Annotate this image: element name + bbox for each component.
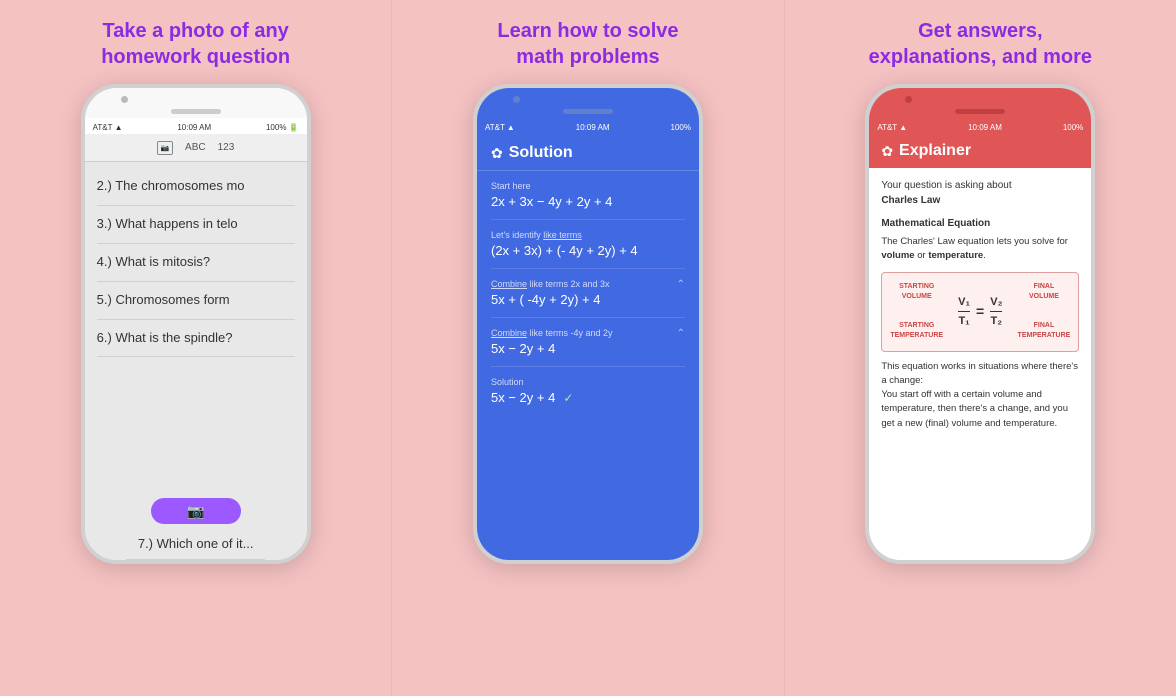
equals-sign: = (976, 301, 984, 322)
battery-info: 100% 🔋 (266, 123, 299, 132)
step-1: Start here 2x + 3x − 4y + 2y + 4 (491, 171, 685, 220)
t2-label: T₂ (991, 313, 1003, 330)
diagram-inner: STARTINGVOLUME STARTINGTEMPERATURE V₁ T₁… (890, 282, 1070, 342)
front-camera-3-icon (905, 96, 912, 103)
step1-equation: 2x + 3x − 4y + 2y + 4 (491, 194, 685, 209)
right-fraction: V₂ T₂ (990, 294, 1002, 330)
step2-label: Let's identify like terms (491, 230, 685, 240)
explainer-body: Your question is asking about Charles La… (869, 168, 1091, 560)
step4-label: Combine like terms -4y and 2y ⌃ (491, 328, 685, 338)
v2-label: V₂ (990, 294, 1002, 313)
explainer-intro-text: Your question is asking about Charles La… (881, 178, 1079, 208)
final-volume-label: FINALVOLUME (1029, 282, 1059, 303)
phone2-notch-area (477, 88, 699, 118)
panel-photo: Take a photo of any homework question AT… (0, 0, 391, 696)
speaker-2-icon (563, 109, 613, 114)
carrier2-label: AT&T ▲ (485, 123, 515, 132)
starting-temp-label: STARTINGTEMPERATURE (890, 321, 943, 342)
right-labels: FINALVOLUME FINALTEMPERATURE (1018, 282, 1071, 342)
question-item: 6.) What is the spindle? (97, 320, 295, 358)
camera-capture-button[interactable]: 📷 (151, 498, 241, 524)
topic-label: Charles Law (881, 195, 940, 206)
question-item-partial: 7.) Which one of it... (126, 530, 266, 560)
speaker-icon (171, 109, 221, 114)
panel3-title: Get answers, explanations, and more (869, 18, 1092, 70)
question-item: 2.) The chromosomes mo (97, 168, 295, 206)
front-camera-2-icon (513, 96, 520, 103)
step2-equation: (2x + 3x) + (- 4y + 2y) + 4 (491, 243, 685, 258)
phone2-status-bar: AT&T ▲ 10:09 AM 100% (477, 118, 699, 134)
phone-1: AT&T ▲ 10:09 AM 100% 🔋 📷 ABC 123 2.) The… (81, 84, 311, 564)
section-title-label: Mathematical Equation (881, 216, 1079, 231)
speaker-3-icon (955, 109, 1005, 114)
step3-label: Combine like terms 2x and 3x ⌃ (491, 279, 685, 289)
panel2-title: Learn how to solve math problems (497, 18, 678, 70)
battery2-info: 100% (671, 123, 691, 132)
t1-label: T₁ (958, 313, 969, 330)
camera-button-icon: 📷 (187, 503, 204, 520)
camera-toolbar: 📷 ABC 123 (85, 134, 307, 162)
battery3-info: 100% (1063, 123, 1083, 132)
phone3-content: ✿ Explainer Your question is asking abou… (869, 134, 1091, 560)
explanation-text: This equation works in situations where … (881, 360, 1079, 431)
abc-label: ABC (185, 142, 206, 153)
step-3: Combine like terms 2x and 3x ⌃ 5x + ( -4… (491, 269, 685, 318)
phone2-content: ✿ Solution Start here 2x + 3x − 4y + 2y … (477, 134, 699, 560)
step4-equation: 5x − 2y + 4 (491, 341, 685, 356)
camera-view: 📷 ABC 123 2.) The chromosomes mo 3.) Wha… (85, 134, 307, 560)
phone-2: AT&T ▲ 10:09 AM 100% ✿ Solution Start he… (473, 84, 703, 564)
time2-label: 10:09 AM (576, 123, 610, 132)
step-final-label: Solution (491, 377, 685, 387)
question-item: 4.) What is mitosis? (97, 244, 295, 282)
carrier-label: AT&T ▲ (93, 123, 123, 132)
left-labels: STARTINGVOLUME STARTINGTEMPERATURE (890, 282, 943, 342)
left-fraction: V₁ T₁ (958, 294, 970, 330)
checkmark-icon: ✓ (563, 391, 573, 405)
phone3-notch-area (869, 88, 1091, 118)
phone1-content: 📷 ABC 123 2.) The chromosomes mo 3.) Wha… (85, 134, 307, 560)
solution-logo-icon: ✿ (491, 145, 503, 162)
explainer-header: ✿ Explainer (869, 134, 1091, 168)
panel-solution: Learn how to solve math problems AT&T ▲ … (391, 0, 784, 696)
questions-list: 2.) The chromosomes mo 3.) What happens … (85, 162, 307, 492)
camera-toolbar-icon[interactable]: 📷 (157, 141, 173, 155)
panel1-title: Take a photo of any homework question (101, 18, 290, 70)
v1-label: V₁ (958, 294, 970, 313)
question-item: 5.) Chromosomes form (97, 282, 295, 320)
step-final: Solution 5x − 2y + 4 ✓ (491, 367, 685, 415)
step3-equation: 5x + ( -4y + 2y) + 4 (491, 292, 685, 307)
starting-volume-label: STARTINGVOLUME (899, 282, 934, 303)
charles-law-diagram: STARTINGVOLUME STARTINGTEMPERATURE V₁ T₁… (881, 272, 1079, 352)
front-camera-icon (121, 96, 128, 103)
solution-title-label: Solution (509, 144, 573, 162)
question-item: 3.) What happens in telo (97, 206, 295, 244)
step-2: Let's identify like terms (2x + 3x) + (-… (491, 220, 685, 269)
solution-view: ✿ Solution Start here 2x + 3x − 4y + 2y … (477, 134, 699, 560)
step1-label: Start here (491, 181, 685, 191)
explainer-view: ✿ Explainer Your question is asking abou… (869, 134, 1091, 560)
step-4: Combine like terms -4y and 2y ⌃ 5x − 2y … (491, 318, 685, 367)
solution-header: ✿ Solution (477, 134, 699, 171)
time3-label: 10:09 AM (968, 123, 1002, 132)
description-text: The Charles' Law equation lets you solve… (881, 235, 1079, 264)
carrier3-label: AT&T ▲ (877, 123, 907, 132)
final-temp-label: FINALTEMPERATURE (1018, 321, 1071, 342)
phone-3: AT&T ▲ 10:09 AM 100% ✿ Explainer Your qu… (865, 84, 1095, 564)
phone1-status-bar: AT&T ▲ 10:09 AM 100% 🔋 (85, 118, 307, 134)
solution-steps: Start here 2x + 3x − 4y + 2y + 4 Let's i… (477, 171, 699, 560)
num-label: 123 (218, 142, 235, 153)
panel-explainer: Get answers, explanations, and more AT&T… (785, 0, 1176, 696)
explainer-title-label: Explainer (899, 142, 971, 160)
phone3-status-bar: AT&T ▲ 10:09 AM 100% (869, 118, 1091, 134)
explainer-logo-icon: ✿ (881, 143, 893, 160)
time-label: 10:09 AM (177, 123, 211, 132)
phone1-notch-area (85, 88, 307, 118)
step-final-equation: 5x − 2y + 4 ✓ (491, 390, 685, 405)
